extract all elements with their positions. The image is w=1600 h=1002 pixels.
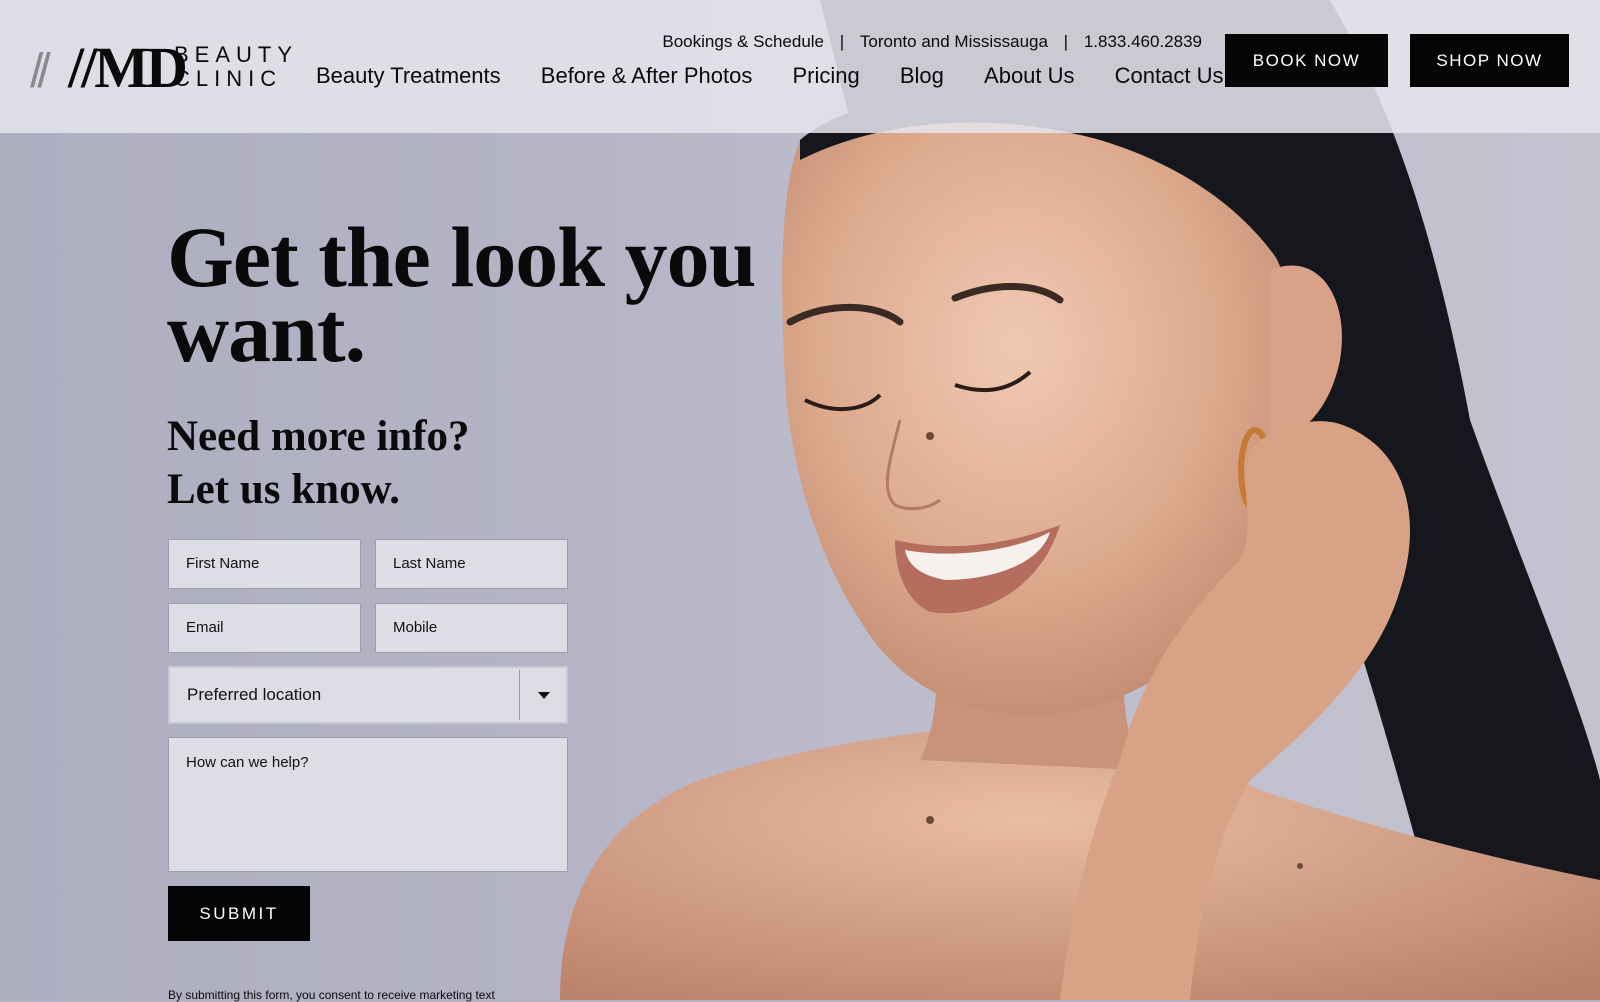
message-textarea[interactable]: How can we help?: [168, 737, 568, 872]
mobile-placeholder: Mobile: [393, 619, 438, 636]
chevron-down-icon[interactable]: [538, 692, 550, 699]
mobile-field[interactable]: Mobile: [375, 603, 568, 653]
email-field[interactable]: Email: [168, 603, 361, 653]
email-placeholder: Email: [186, 619, 224, 636]
utility-separator: |: [839, 32, 845, 51]
last-name-field[interactable]: Last Name: [375, 539, 568, 589]
phone-link[interactable]: 1.833.460.2839: [1084, 32, 1202, 52]
hero-subheading-line2: Let us know.: [167, 466, 400, 513]
main-nav: Beauty Treatments Before & After Photos …: [316, 63, 1223, 89]
nav-contact-us[interactable]: Contact Us: [1115, 63, 1224, 89]
hero-subheading: Need more info? Let us know.: [167, 410, 567, 516]
nav-pricing[interactable]: Pricing: [792, 63, 859, 89]
nav-before-after-photos[interactable]: Before & After Photos: [541, 63, 753, 89]
first-name-placeholder: First Name: [186, 555, 260, 572]
nav-beauty-treatments[interactable]: Beauty Treatments: [316, 63, 501, 89]
shop-now-button[interactable]: SHOP NOW: [1410, 34, 1569, 87]
message-placeholder: How can we help?: [186, 754, 309, 771]
logo-clinic-text: CLINIC: [174, 66, 283, 91]
locations-link[interactable]: Toronto and Mississauga: [860, 32, 1048, 52]
hero-headline-line2: want.: [167, 284, 366, 380]
logo-md-mark: //MD: [68, 35, 188, 100]
site-header: // //MD BEAUTY CLINIC Bookings & Schedul…: [0, 0, 1600, 133]
preferred-location-select[interactable]: Preferred location: [168, 666, 568, 724]
book-now-button[interactable]: BOOK NOW: [1225, 34, 1388, 87]
clinic-logo[interactable]: // //MD BEAUTY CLINIC: [30, 35, 292, 100]
hero-headline: Get the look you want.: [167, 214, 867, 380]
submit-button[interactable]: SUBMIT: [168, 886, 310, 941]
utility-separator: |: [1063, 32, 1069, 51]
select-divider: [519, 670, 520, 720]
bookings-link[interactable]: Bookings & Schedule: [662, 32, 824, 52]
hero-subheading-line1: Need more info?: [167, 413, 470, 460]
last-name-placeholder: Last Name: [393, 555, 466, 572]
first-name-field[interactable]: First Name: [168, 539, 361, 589]
utility-bar: Bookings & Schedule | Toronto and Missis…: [662, 32, 1202, 52]
preferred-location-value: Preferred location: [187, 685, 322, 704]
logo-slashes: //: [30, 45, 51, 98]
nav-blog[interactable]: Blog: [900, 63, 944, 89]
nav-about-us[interactable]: About Us: [984, 63, 1075, 89]
logo-beauty-text: BEAUTY: [174, 42, 299, 67]
